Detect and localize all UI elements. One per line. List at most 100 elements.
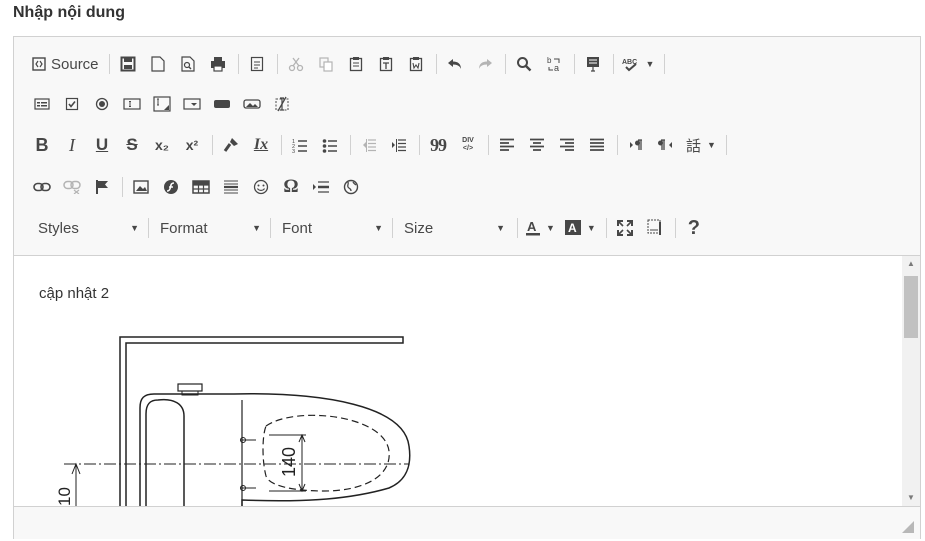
background-color-icon: A <box>564 220 581 236</box>
blockquote-button[interactable]: 99 <box>424 132 452 158</box>
special-char-button[interactable]: Ω <box>277 174 305 200</box>
image-button[interactable] <box>127 174 155 200</box>
copy-button[interactable] <box>312 51 340 77</box>
content-paragraph: cập nhật 2 <box>39 285 110 302</box>
table-button[interactable] <box>187 174 215 200</box>
format-combo[interactable]: Format ▼ <box>150 215 269 241</box>
format-combo-label: Format <box>160 219 208 237</box>
select-all-button[interactable] <box>579 51 607 77</box>
superscript-button[interactable]: x² <box>178 132 206 158</box>
cut-button[interactable] <box>282 51 310 77</box>
print-button[interactable] <box>204 51 232 77</box>
textarea-button[interactable] <box>148 91 176 117</box>
styles-combo-label: Styles <box>38 219 79 237</box>
size-combo[interactable]: Size ▼ <box>394 215 513 241</box>
redo-button[interactable] <box>471 51 499 77</box>
strikethrough-button[interactable]: S <box>118 132 146 158</box>
separator <box>674 218 676 238</box>
templates-icon <box>250 56 264 72</box>
source-button[interactable]: Source <box>28 51 103 77</box>
rich-text-editor: Source ba ABC ▼ B I U S x₂ x² Ix 1 2 3 9… <box>13 36 921 539</box>
drawing-dimension-label: 140 <box>279 447 299 477</box>
language-button[interactable]: 話 ▼ <box>682 132 720 158</box>
form-button[interactable] <box>28 91 56 117</box>
italic-button[interactable]: I <box>58 132 86 158</box>
copy-formatting-button[interactable] <box>217 132 245 158</box>
remove-format-button[interactable]: Ix <box>247 132 275 158</box>
toolbar-row-5: Styles ▼ Format ▼ Font ▼ Size ▼ A ▼ A ▼ ? <box>28 214 710 242</box>
scroll-up-arrow-icon[interactable]: ▲ <box>902 256 920 272</box>
paste-word-button[interactable] <box>402 51 430 77</box>
drawing-side-dimension-label: 10 <box>55 487 74 506</box>
unlink-icon <box>63 180 81 194</box>
resize-handle-icon[interactable] <box>902 521 914 533</box>
scroll-thumb[interactable] <box>904 276 918 338</box>
find-button[interactable] <box>510 51 538 77</box>
page-break-button[interactable] <box>307 174 335 200</box>
anchor-button[interactable] <box>88 174 116 200</box>
svg-text:b: b <box>547 56 552 65</box>
align-left-button[interactable] <box>493 132 521 158</box>
smiley-button[interactable] <box>247 174 275 200</box>
styles-combo[interactable]: Styles ▼ <box>28 215 147 241</box>
select-field-button[interactable] <box>178 91 206 117</box>
spellcheck-button[interactable]: ABC ▼ <box>618 51 659 77</box>
horizontal-rule-button[interactable] <box>217 174 245 200</box>
font-combo[interactable]: Font ▼ <box>272 215 391 241</box>
separator <box>270 218 271 238</box>
align-center-button[interactable] <box>523 132 551 158</box>
paintbrush-icon <box>223 137 239 153</box>
align-center-icon <box>529 138 545 152</box>
text-ltr-button[interactable] <box>622 132 650 158</box>
flash-button[interactable] <box>157 174 185 200</box>
text-color-button[interactable]: A ▼ <box>522 215 559 241</box>
iframe-button[interactable] <box>337 174 365 200</box>
text-rtl-button[interactable] <box>652 132 680 158</box>
separator <box>212 135 213 155</box>
templates-button[interactable] <box>243 51 271 77</box>
editor-content[interactable]: cập nhật 2 140 10 <box>14 256 902 506</box>
toolbar-row-4: Ω <box>28 173 367 201</box>
underline-button[interactable]: U <box>88 132 116 158</box>
background-color-button[interactable]: A ▼ <box>561 215 600 241</box>
globe-icon <box>343 179 359 195</box>
toolbar-row-1: Source ba ABC ▼ <box>28 50 669 78</box>
subscript-button[interactable]: x₂ <box>148 132 176 158</box>
checkbox-button[interactable] <box>58 91 86 117</box>
editor-statusbar <box>14 506 920 539</box>
checkbox-icon <box>65 97 79 111</box>
maximize-button[interactable] <box>611 215 639 241</box>
show-blocks-button[interactable] <box>641 215 669 241</box>
save-button[interactable] <box>114 51 142 77</box>
create-div-button[interactable]: DIV </> <box>454 132 482 158</box>
align-right-button[interactable] <box>553 132 581 158</box>
bulleted-list-button[interactable] <box>316 132 344 158</box>
paste-text-button[interactable] <box>372 51 400 77</box>
new-page-button[interactable] <box>144 51 172 77</box>
replace-button[interactable]: ba <box>540 51 568 77</box>
numbered-list-button[interactable]: 123 <box>286 132 314 158</box>
decrease-indent-button[interactable] <box>355 132 383 158</box>
hidden-field-button[interactable] <box>268 91 296 117</box>
justify-button[interactable] <box>583 132 611 158</box>
unlink-button[interactable] <box>58 174 86 200</box>
help-button[interactable]: ? <box>680 215 708 241</box>
flash-icon <box>163 179 179 195</box>
scroll-down-arrow-icon[interactable]: ▼ <box>902 490 920 506</box>
image-button-field-button[interactable] <box>238 91 266 117</box>
button-field-button[interactable] <box>208 91 236 117</box>
link-icon <box>33 182 51 192</box>
separator <box>122 177 123 197</box>
page-break-icon <box>312 180 330 194</box>
radio-button[interactable] <box>88 91 116 117</box>
bold-button[interactable]: B <box>28 132 56 158</box>
div-icon-label: DIV <box>462 137 474 144</box>
undo-button[interactable] <box>441 51 469 77</box>
content-scrollbar[interactable]: ▲ ▼ <box>902 256 920 506</box>
preview-button[interactable] <box>174 51 202 77</box>
link-button[interactable] <box>28 174 56 200</box>
text-field-button[interactable] <box>118 91 146 117</box>
image-icon <box>133 180 149 194</box>
increase-indent-button[interactable] <box>385 132 413 158</box>
paste-button[interactable] <box>342 51 370 77</box>
